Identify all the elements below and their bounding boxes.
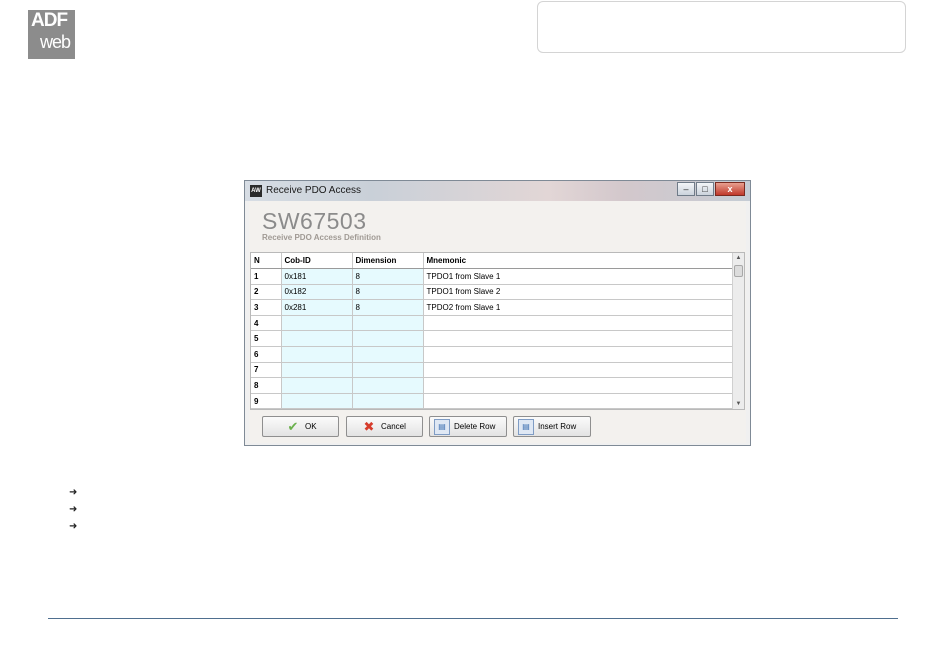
dialog-client-area: SW67503 Receive PDO Access Definition N … [249, 201, 746, 443]
row-number: 9 [251, 393, 282, 409]
dialog-subtitle: Receive PDO Access Definition [262, 233, 381, 242]
table-row[interactable]: 6 [251, 346, 734, 363]
cob-id-cell[interactable] [281, 330, 353, 348]
mnemonic-cell[interactable] [423, 377, 734, 394]
cob-id-cell[interactable] [281, 315, 353, 332]
row-number: 8 [251, 377, 282, 394]
button-bar: ✔ OK ✖ Cancel ▤ Delete Row ▤ Insert Row [249, 413, 746, 443]
delete-row-icon: ▤ [434, 418, 450, 435]
dimension-cell[interactable] [352, 330, 424, 348]
column-header-cob-id: Cob-ID [281, 253, 353, 270]
minimize-button[interactable]: – [677, 182, 695, 196]
column-header-mnemonic: Mnemonic [423, 253, 734, 270]
row-number: 6 [251, 346, 282, 363]
product-title: SW67503 [262, 208, 367, 234]
dimension-cell[interactable]: 8 [352, 299, 424, 316]
pdo-table: N Cob-ID Dimension Mnemonic 1 0x181 8 TP… [251, 253, 734, 409]
dimension-cell[interactable]: 8 [352, 268, 424, 285]
table-row[interactable]: 5 [251, 330, 734, 348]
scroll-up-arrow-icon[interactable]: ▲ [733, 253, 744, 263]
dimension-cell[interactable] [352, 315, 424, 332]
cob-id-cell[interactable] [281, 362, 353, 379]
cancel-button[interactable]: ✖ Cancel [346, 416, 423, 437]
close-button[interactable]: x [715, 182, 745, 196]
arrow-bullet-icon: ➜ [69, 487, 78, 498]
mnemonic-cell[interactable] [423, 315, 734, 332]
pdo-grid: N Cob-ID Dimension Mnemonic 1 0x181 8 TP… [250, 252, 745, 410]
row-number: 1 [251, 268, 282, 285]
cob-id-cell[interactable]: 0x182 [281, 284, 353, 301]
delete-row-button-label: Delete Row [454, 422, 496, 431]
cob-id-cell[interactable]: 0x281 [281, 299, 353, 316]
app-icon: AW [250, 185, 262, 197]
scrollbar-thumb[interactable] [734, 265, 743, 277]
row-number: 2 [251, 284, 282, 301]
scroll-down-arrow-icon[interactable]: ▼ [733, 399, 744, 409]
mnemonic-cell[interactable] [423, 393, 734, 409]
table-row[interactable]: 2 0x182 8 TPDO1 from Slave 2 [251, 284, 734, 301]
dimension-cell[interactable] [352, 377, 424, 394]
cancel-button-label: Cancel [381, 422, 406, 431]
checkmark-icon: ✔ [287, 418, 299, 434]
header-box [537, 1, 906, 53]
adfweb-logo: ADF web [28, 10, 75, 59]
mnemonic-cell[interactable] [423, 346, 734, 363]
dimension-cell[interactable]: 8 [352, 284, 424, 301]
insert-row-icon: ▤ [518, 418, 534, 435]
table-row[interactable]: 1 0x181 8 TPDO1 from Slave 1 [251, 268, 734, 285]
footer-divider [48, 618, 898, 619]
cob-id-cell[interactable] [281, 393, 353, 409]
cob-id-cell[interactable]: 0x181 [281, 268, 353, 285]
bullet-list: ➜ ➜ ➜ [69, 484, 79, 535]
cob-id-cell[interactable] [281, 346, 353, 363]
dimension-cell[interactable] [352, 393, 424, 409]
table-row[interactable]: 7 [251, 362, 734, 379]
mnemonic-cell[interactable] [423, 330, 734, 348]
table-header-row: N Cob-ID Dimension Mnemonic [251, 253, 734, 270]
logo-line-1: ADF [31, 10, 68, 31]
row-number: 4 [251, 315, 282, 332]
insert-row-button-label: Insert Row [538, 422, 577, 431]
dimension-cell[interactable] [352, 362, 424, 379]
column-header-n: N [251, 253, 282, 270]
row-number: 3 [251, 299, 282, 316]
cob-id-cell[interactable] [281, 377, 353, 394]
logo-line-2: web [40, 32, 71, 52]
table-row[interactable]: 8 [251, 377, 734, 394]
arrow-bullet-icon: ➜ [69, 521, 78, 532]
insert-row-button[interactable]: ▤ Insert Row [513, 416, 591, 437]
table-row[interactable]: 3 0x281 8 TPDO2 from Slave 1 [251, 299, 734, 316]
row-number: 7 [251, 362, 282, 379]
maximize-button[interactable]: □ [696, 182, 714, 196]
row-number: 5 [251, 330, 282, 348]
table-row[interactable]: 4 [251, 315, 734, 332]
ok-button-label: OK [305, 422, 317, 431]
vertical-scrollbar[interactable]: ▲ ▼ [732, 253, 744, 409]
mnemonic-cell[interactable]: TPDO1 from Slave 1 [423, 268, 734, 285]
delete-row-button[interactable]: ▤ Delete Row [429, 416, 507, 437]
mnemonic-cell[interactable] [423, 362, 734, 379]
window-controls: – □ x [677, 182, 745, 196]
mnemonic-cell[interactable]: TPDO1 from Slave 2 [423, 284, 734, 301]
table-row[interactable]: 9 [251, 393, 734, 409]
window-title: Receive PDO Access [266, 185, 362, 196]
dimension-cell[interactable] [352, 346, 424, 363]
red-x-icon: ✖ [363, 418, 375, 434]
column-header-dimension: Dimension [352, 253, 424, 270]
window-titlebar[interactable]: AW Receive PDO Access – □ x [245, 181, 750, 201]
ok-button[interactable]: ✔ OK [262, 416, 339, 437]
receive-pdo-access-window: AW Receive PDO Access – □ x SW67503 Rece… [244, 180, 751, 446]
arrow-bullet-icon: ➜ [69, 504, 78, 515]
mnemonic-cell[interactable]: TPDO2 from Slave 1 [423, 299, 734, 316]
